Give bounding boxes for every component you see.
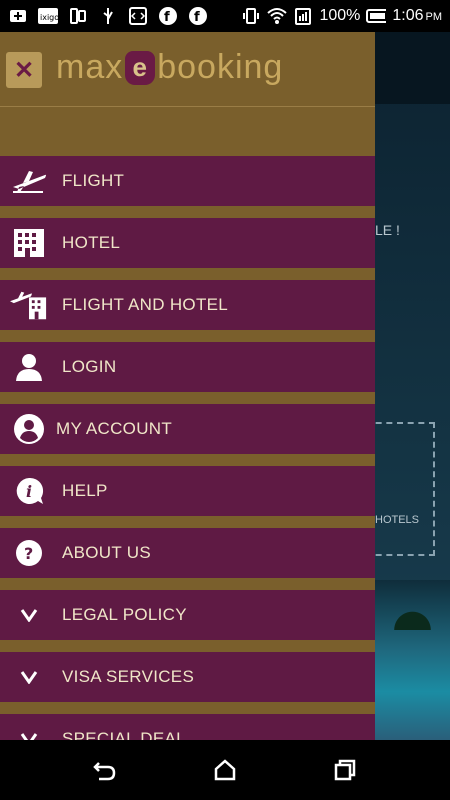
menu-item-hotel[interactable]: HOTEL [0,218,375,268]
menu-item-my-account[interactable]: MY ACCOUNT [0,404,375,454]
info-bubble-icon: i [10,474,48,508]
menu-label: SPECIAL DEAL [62,729,186,740]
usb-icon [98,6,118,26]
brand-logo: max e booking [56,48,283,87]
menu-item-help[interactable]: i HELP [0,466,375,516]
question-circle-icon: ? [10,536,48,570]
menu-label: MY ACCOUNT [56,419,173,438]
close-ticket-icon[interactable]: ✕ [6,52,42,88]
status-bar: ixigo f f 100% 1:06 PM [0,0,450,32]
fb-lite-icon: f [188,6,208,26]
chevron-down-icon [10,722,48,740]
drawer-header: ✕ max e booking [0,32,375,107]
logo-text-left: max [56,48,124,86]
background-promo-text: LE ! [375,222,400,238]
background-hotels-box [375,422,435,556]
logo-bag-icon: e [125,50,156,85]
clock-ampm: PM [425,11,443,23]
battery-percent: 100% [319,7,361,24]
menu-label: LOGIN [62,357,117,376]
background-header [375,32,450,104]
recents-icon[interactable] [333,758,357,782]
svg-text:f: f [194,10,200,25]
fb-lite-icon: f [158,6,178,26]
header-divider [0,106,375,107]
add-icon [8,6,28,26]
background-palm-image [380,590,445,630]
svg-text:f: f [164,10,170,25]
menu-item-visa-services[interactable]: VISA SERVICES [0,652,375,702]
chevron-down-icon [10,598,48,632]
svg-text:ixigo: ixigo [40,13,58,22]
menu-item-flight[interactable]: FLIGHT [0,156,375,206]
home-icon[interactable] [213,758,237,782]
navigation-drawer: ✕ max e booking FLIGHT HOTEL FLIGHT AND … [0,32,375,740]
menu-item-flight-and-hotel[interactable]: FLIGHT AND HOTEL [0,280,375,330]
vibrate-icon [241,6,261,26]
sim-icon [68,6,88,26]
menu-item-about-us[interactable]: ? ABOUT US [0,528,375,578]
svg-text:?: ? [24,544,33,563]
clock-time: 1:06 [392,7,424,24]
wifi-icon [267,6,288,26]
svg-text:i: i [26,482,32,501]
menu-label: HOTEL [62,233,121,252]
ixigo-icon: ixigo [38,6,58,26]
notification-icons: ixigo f f [8,6,208,26]
menu-label: ABOUT US [62,543,151,562]
chevron-down-icon [10,660,48,694]
person-icon [10,350,48,384]
menu-item-special-deal[interactable]: SPECIAL DEAL [0,714,375,740]
logo-text-right: booking [157,48,284,86]
menu-label: FLIGHT AND HOTEL [62,295,229,314]
system-icons: 100% 1:06 PM [241,6,442,26]
logo-mark: e [132,52,148,82]
menu-item-legal-policy[interactable]: LEGAL POLICY [0,590,375,640]
account-circle-icon [10,412,48,446]
building-icon [10,226,48,260]
menu-item-login[interactable]: LOGIN [0,342,375,392]
menu-label: LEGAL POLICY [62,605,187,624]
clock: 1:06 PM [392,7,442,25]
plane-building-icon [10,288,48,322]
menu-label: FLIGHT [62,171,125,190]
menu-label: VISA SERVICES [62,667,195,686]
back-icon[interactable] [93,758,117,782]
drawer-menu: FLIGHT HOTEL FLIGHT AND HOTEL LOGIN MY A… [0,156,375,740]
code-icon [128,6,148,26]
system-navigation-bar [0,740,450,800]
background-hotels-label: HOTELS [375,514,420,526]
battery-icon [366,6,387,26]
plane-icon [10,164,48,198]
menu-label: HELP [62,481,108,500]
background-app: LE ! HOTELS [375,32,450,740]
signal-icon [293,6,313,26]
